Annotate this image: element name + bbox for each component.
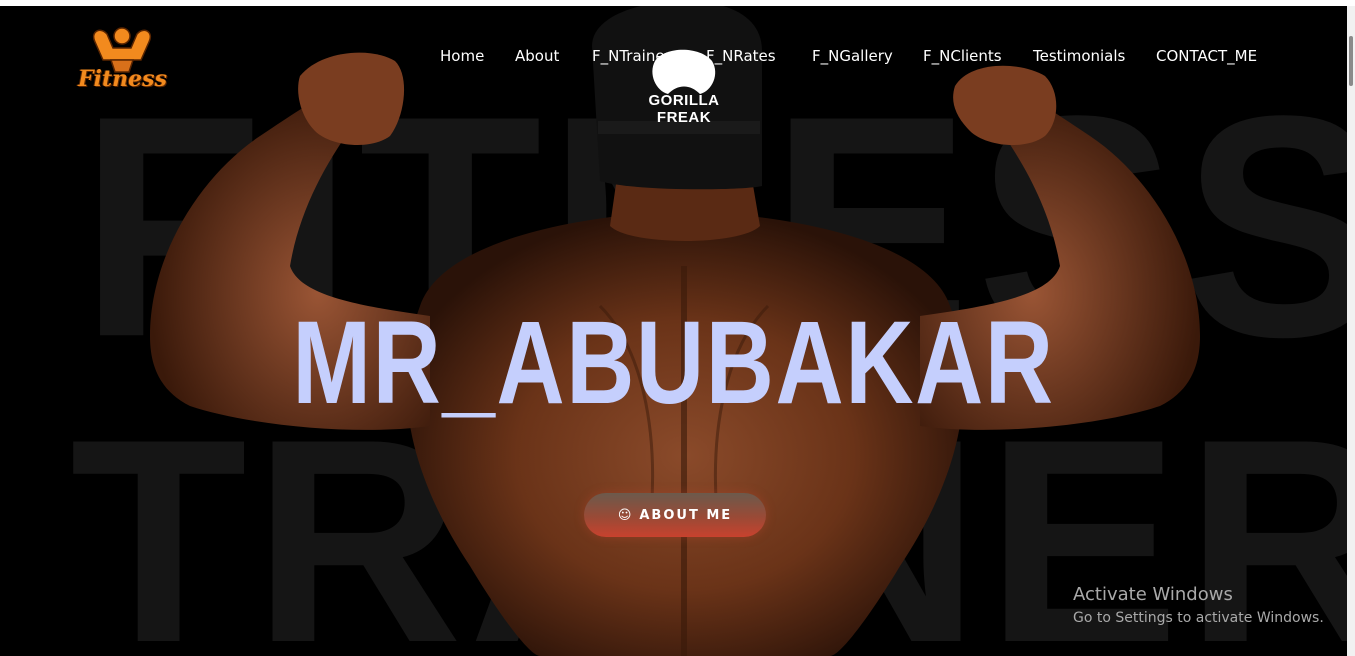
about-me-button-label: ABOUT ME — [639, 507, 733, 523]
activate-windows-title: Activate Windows — [1073, 584, 1233, 605]
nav-home[interactable]: Home — [440, 47, 484, 65]
smile-icon: ☺ — [617, 507, 634, 523]
main-navigation: Home About F_NTrainer F_NRates F_NGaller… — [0, 47, 1347, 71]
activate-windows-watermark: Activate Windows Go to Settings to activ… — [1073, 582, 1324, 628]
vertical-scrollbar[interactable] — [1347, 6, 1355, 656]
nav-f-nrates[interactable]: F_NRates — [706, 47, 776, 65]
nav-f-nclients[interactable]: F_NClients — [923, 47, 1002, 65]
activate-windows-subtitle: Go to Settings to activate Windows. — [1073, 610, 1324, 626]
cap-logo-text: GORILLA FREAK — [648, 92, 720, 126]
nav-f-ngallery[interactable]: F_NGallery — [812, 47, 893, 65]
nav-about[interactable]: About — [515, 47, 559, 65]
nav-testimonials[interactable]: Testimonials — [1033, 47, 1125, 65]
about-me-button[interactable]: ☺ ABOUT ME — [584, 493, 766, 537]
hero-section: FITNESS TRAINER — [0, 6, 1347, 656]
scrollbar-thumb[interactable] — [1349, 36, 1353, 86]
nav-contact-me[interactable]: CONTACT_ME — [1156, 47, 1257, 65]
nav-f-ntrainer[interactable]: F_NTrainer — [592, 47, 671, 65]
hero-title: MR_ABUBAKAR — [292, 297, 1055, 429]
